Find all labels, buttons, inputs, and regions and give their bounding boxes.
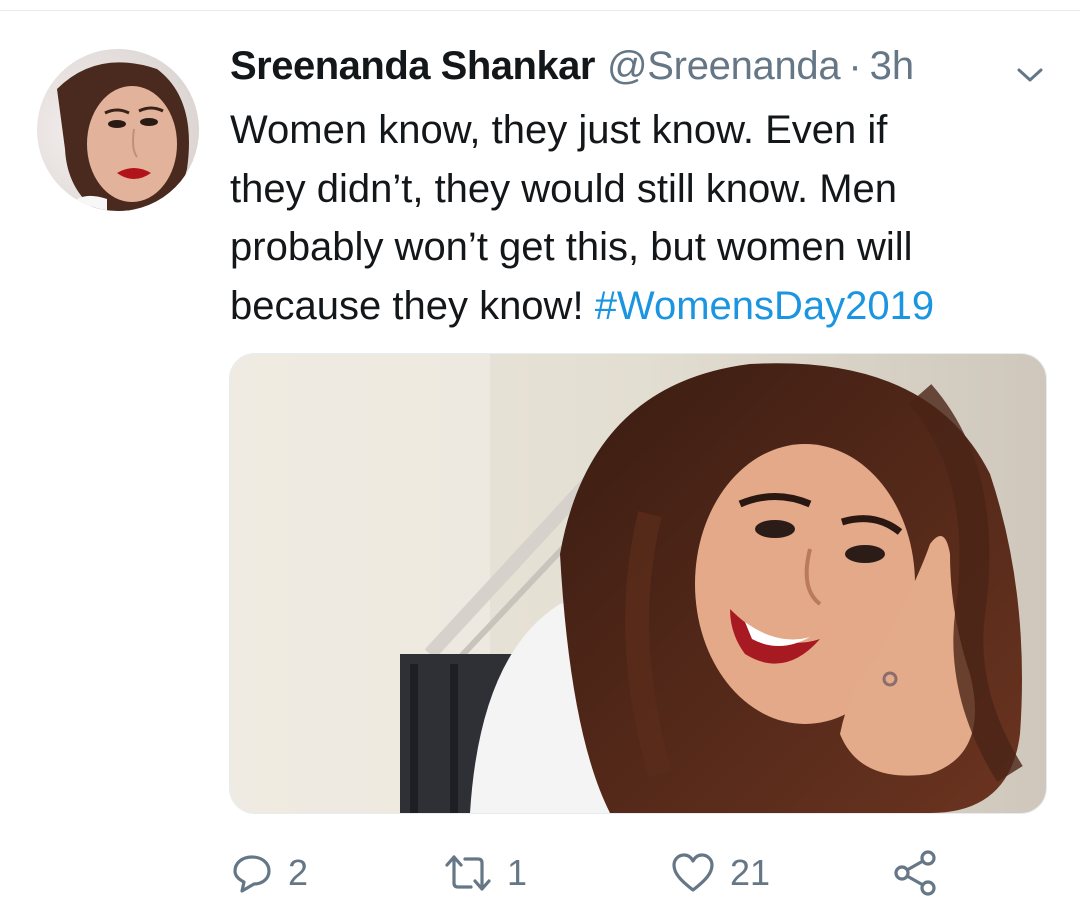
separator-dot: · <box>848 44 862 88</box>
share-button[interactable] <box>890 845 940 900</box>
reply-count: 2 <box>288 851 309 893</box>
tweet-text-line: probably won’t get this, but women will <box>230 225 913 269</box>
share-icon <box>890 848 940 898</box>
tweet-actions: 2 1 21 <box>230 845 1030 900</box>
retweet-icon <box>443 851 493 895</box>
reply-button[interactable]: 2 <box>230 845 308 900</box>
tweet-timestamp[interactable]: 3h <box>870 44 915 89</box>
tweet-text: Women know, they just know. Even if they… <box>230 101 1050 335</box>
avatar[interactable] <box>37 49 199 211</box>
author-handle[interactable]: @Sreenanda <box>607 44 841 89</box>
like-count: 21 <box>730 851 771 893</box>
reply-icon <box>230 851 274 895</box>
heart-icon <box>670 851 716 895</box>
top-divider <box>0 0 1080 11</box>
tweet-header: Sreenanda Shankar @Sreenanda · 3h <box>230 44 914 94</box>
tweet-text-last-line: because they know! #WomensDay2019 <box>230 277 1050 336</box>
author-display-name[interactable]: Sreenanda Shankar <box>230 44 596 89</box>
hashtag-link[interactable]: #WomensDay2019 <box>595 284 934 328</box>
retweet-button[interactable]: 1 <box>443 845 527 900</box>
retweet-count: 1 <box>507 851 528 893</box>
tweet-text-fragment: because they know! <box>230 283 584 328</box>
chevron-down-icon[interactable] <box>1010 60 1050 90</box>
tweet-text-line: Women know, they just know. Even if <box>230 108 888 152</box>
like-button[interactable]: 21 <box>670 845 770 900</box>
tweet-text-line: they didn’t, they would still know. Men <box>230 166 898 211</box>
tweet-media-photo[interactable] <box>229 353 1047 814</box>
